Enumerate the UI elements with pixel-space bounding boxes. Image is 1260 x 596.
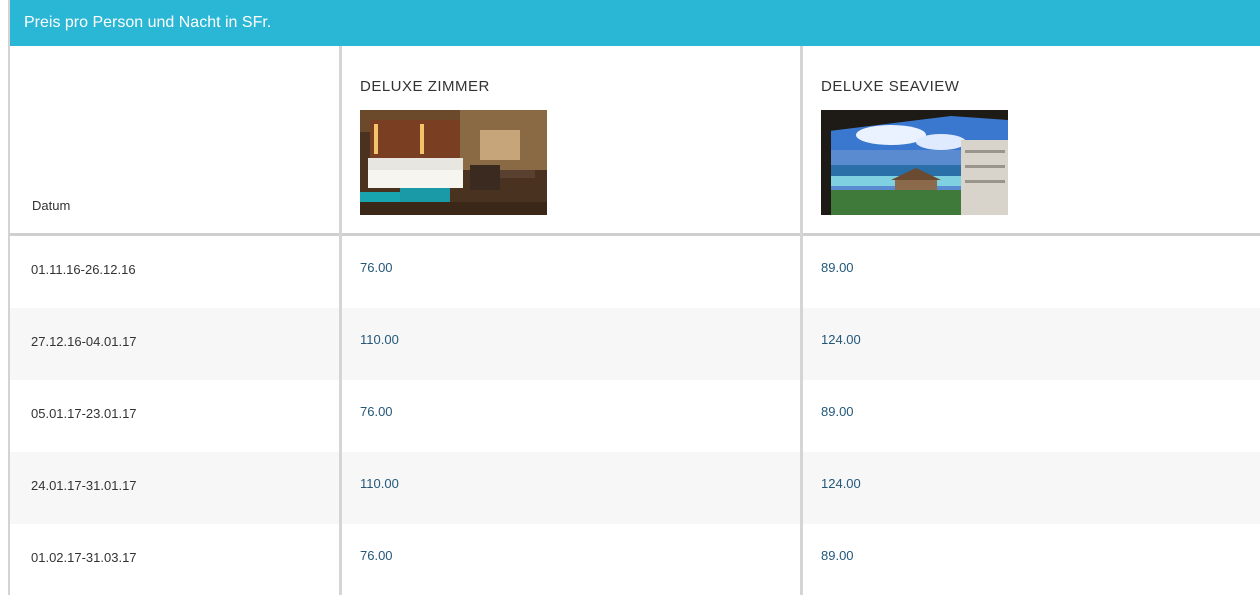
column-divider [800,46,803,595]
price-deluxe-seaview: 124.00 [821,332,861,347]
date-range: 05.01.17-23.01.17 [31,406,137,421]
deluxe-zimmer-photo [360,110,547,215]
price-deluxe-zimmer: 76.00 [360,404,393,419]
table-row: 27.12.16-04.01.17 110.00 124.00 [10,308,1260,380]
date-range: 01.02.17-31.03.17 [31,550,137,565]
table-head-row: Datum DELUXE ZIMMER DELUXE SEAVIEW [10,46,1260,233]
table-row: 05.01.17-23.01.17 76.00 89.00 [10,380,1260,452]
price-deluxe-seaview: 89.00 [821,260,854,275]
date-column-header: Datum [32,198,71,213]
hotel-room-photo-icon [360,110,547,215]
table-row: 24.01.17-31.01.17 110.00 124.00 [10,452,1260,524]
table-row: 01.11.16-26.12.16 76.00 89.00 [10,236,1260,308]
price-deluxe-zimmer: 110.00 [360,476,399,491]
price-deluxe-seaview: 89.00 [821,404,854,419]
date-range: 24.01.17-31.01.17 [31,478,137,493]
table-row: 01.02.17-31.03.17 76.00 89.00 [10,524,1260,596]
price-deluxe-zimmer: 76.00 [360,548,393,563]
ocean-view-photo-icon [821,110,1008,215]
date-range: 01.11.16-26.12.16 [31,262,136,277]
room-type-deluxe-zimmer: DELUXE ZIMMER [360,78,490,95]
price-deluxe-seaview: 124.00 [821,476,861,491]
price-table-title: Preis pro Person und Nacht in SFr. [24,14,272,31]
column-divider [339,46,342,595]
room-type-deluxe-seaview: DELUXE SEAVIEW [821,78,960,95]
price-deluxe-zimmer: 110.00 [360,332,399,347]
price-table-header: Preis pro Person und Nacht in SFr. [10,0,1260,46]
date-range: 27.12.16-04.01.17 [31,334,137,349]
price-deluxe-zimmer: 76.00 [360,260,393,275]
deluxe-seaview-photo [821,110,1008,215]
price-deluxe-seaview: 89.00 [821,548,854,563]
